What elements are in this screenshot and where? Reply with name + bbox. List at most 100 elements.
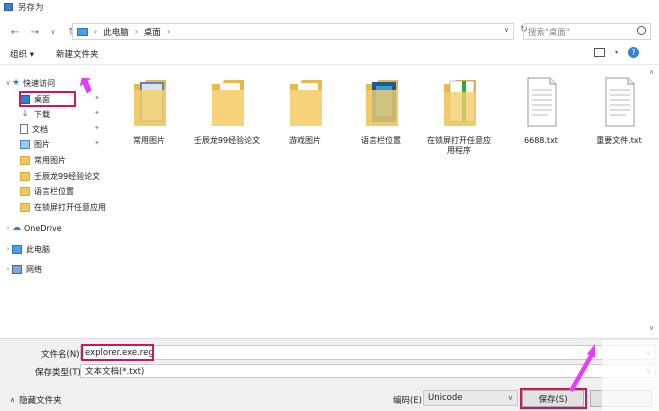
- collapse-icon: ∧: [10, 396, 16, 404]
- help-icon[interactable]: ?: [628, 47, 639, 58]
- expand-icon[interactable]: ›: [4, 265, 12, 273]
- expand-icon[interactable]: ∨: [4, 79, 12, 87]
- filetype-label: 保存类型(T):: [35, 368, 84, 378]
- text-file-icon: [527, 77, 557, 127]
- back-arrow-icon[interactable]: ←: [8, 25, 22, 39]
- text-file-icon: [605, 77, 635, 127]
- filetype-value: 文本文档(*.txt): [85, 367, 145, 377]
- file-label: 壬辰龙99经验论文: [193, 136, 261, 145]
- new-folder-button[interactable]: 新建文件夹: [56, 48, 99, 60]
- sidebar-item-label: OneDrive: [24, 223, 62, 233]
- expand-icon[interactable]: ›: [4, 245, 12, 253]
- sidebar-item-label: 快速访问: [23, 78, 56, 88]
- computer-icon: [12, 244, 22, 254]
- file-label: 游戏图片: [289, 136, 321, 145]
- folder-icon: [20, 171, 30, 181]
- folder-icon: [212, 80, 244, 126]
- folder-icon: [134, 80, 166, 126]
- save-as-dialog: 另存为 ← → ∨ ↑ › 此电脑 › 桌面 › ∨ ↻ 搜索"桌面" 组织 ▾…: [0, 0, 659, 411]
- search-input[interactable]: 搜索"桌面": [523, 23, 651, 40]
- sidebar-item-common-pictures[interactable]: 常用图片: [20, 153, 66, 167]
- highlight-filename-box: [81, 344, 154, 361]
- view-options-icon[interactable]: [593, 48, 605, 57]
- search-icon: [637, 26, 646, 35]
- file-label: 6688.txt: [524, 136, 558, 145]
- sidebar-item-label: 在锁屏打开任意应用: [34, 202, 106, 212]
- sidebar-item-downloads[interactable]: ↓ 下载: [20, 107, 50, 121]
- sidebar-item-label: 图片: [34, 139, 50, 149]
- pin-icon[interactable]: ✦: [94, 109, 100, 117]
- sidebar-item-label: 常用图片: [34, 155, 66, 165]
- cloud-icon: ☁: [12, 223, 21, 233]
- folder-icon: [290, 80, 322, 126]
- pin-icon[interactable]: ✦: [94, 124, 100, 132]
- sidebar-item-network[interactable]: › 网络: [4, 262, 42, 276]
- sidebar-item-label: 文档: [32, 124, 48, 134]
- encoding-select[interactable]: Unicode ∨: [423, 390, 518, 406]
- blurred-corner: [602, 340, 659, 411]
- folder-icon: [20, 202, 30, 212]
- file-label: 语言栏位置: [361, 136, 401, 145]
- folder-icon: [20, 155, 30, 165]
- recent-locations-icon[interactable]: ∨: [46, 25, 60, 39]
- file-label: 重要文件.txt: [596, 136, 642, 145]
- toolbar: 组织 ▾ 新建文件夹: [0, 44, 659, 64]
- vertical-scrollbar[interactable]: ∧ ∨: [646, 66, 659, 338]
- pin-icon[interactable]: ✦: [94, 94, 100, 102]
- star-icon: ★: [12, 78, 21, 88]
- encoding-dropdown-icon[interactable]: ∨: [508, 394, 513, 402]
- address-dropdown-icon[interactable]: ∨: [504, 26, 509, 34]
- sidebar-item-language-bar[interactable]: 语言栏位置: [20, 184, 74, 198]
- sidebar-item-lockscreen-apps[interactable]: 在锁屏打开任意应用: [20, 200, 106, 214]
- sidebar-item-label: 语言栏位置: [34, 186, 74, 196]
- sidebar-item-pictures[interactable]: 图片: [20, 137, 50, 151]
- highlight-desktop-box: [19, 91, 76, 107]
- sidebar-item-label: 此电脑: [26, 244, 50, 254]
- organize-button[interactable]: 组织 ▾: [10, 48, 34, 60]
- breadcrumb-desktop[interactable]: 桌面: [144, 26, 161, 38]
- window-title: 另存为: [18, 3, 44, 13]
- divider: [0, 64, 659, 65]
- sidebar-item-quick-access[interactable]: ∨ ★ 快速访问: [4, 76, 55, 90]
- filename-label: 文件名(N):: [41, 350, 83, 360]
- sidebar-item-label: 壬辰龙99经验论文: [34, 171, 101, 181]
- network-icon: [12, 264, 22, 274]
- expand-icon[interactable]: ›: [4, 224, 12, 232]
- title-bar: 另存为: [0, 0, 659, 14]
- pictures-icon: [20, 139, 30, 149]
- folder-icon: [444, 80, 476, 126]
- breadcrumb-separator: ›: [94, 27, 98, 36]
- breadcrumb-separator: ›: [134, 27, 138, 36]
- encoding-label: 编码(E):: [393, 396, 425, 406]
- download-icon: ↓: [21, 109, 29, 119]
- forward-arrow-icon[interactable]: →: [28, 25, 42, 39]
- folder-icon: [20, 186, 30, 196]
- file-label: 常用图片: [133, 136, 165, 145]
- encoding-value: Unicode: [428, 393, 463, 403]
- document-icon: [20, 124, 28, 134]
- sidebar-item-documents[interactable]: 文档: [20, 122, 48, 136]
- breadcrumb-separator: ›: [166, 27, 171, 36]
- sidebar-item-label: 网络: [26, 264, 42, 274]
- file-label: 在锁屏打开任意应用程序: [427, 136, 491, 155]
- address-bar[interactable]: › 此电脑 › 桌面 › ∨: [72, 23, 514, 40]
- search-placeholder: 搜索"桌面": [528, 27, 570, 38]
- file-list: 常用图片 壬辰龙99经验论文 游戏图片 语言栏位置 在锁屏打开任意应用程序 66…: [110, 66, 659, 338]
- sidebar-item-this-pc[interactable]: › 此电脑: [4, 242, 50, 256]
- view-dropdown-icon[interactable]: ▾: [615, 49, 618, 56]
- pin-icon[interactable]: ✦: [94, 139, 100, 147]
- sidebar-item-experience-papers[interactable]: 壬辰龙99经验论文: [20, 169, 100, 183]
- folder-icon: [366, 80, 398, 126]
- scroll-down-icon[interactable]: ∨: [649, 324, 654, 332]
- sidebar-item-label: 下载: [34, 109, 50, 119]
- hide-folders-label: 隐藏文件夹: [19, 396, 62, 406]
- scroll-up-icon[interactable]: ∧: [649, 68, 654, 76]
- sidebar-item-onedrive[interactable]: › ☁ OneDrive: [4, 221, 62, 235]
- pink-arrow-icon: [80, 77, 92, 94]
- hide-folders-toggle[interactable]: ∧ 隐藏文件夹: [10, 394, 62, 406]
- pink-arrow-icon: [569, 344, 595, 392]
- notepad-icon: [4, 3, 13, 11]
- breadcrumb-this-pc[interactable]: 此电脑: [103, 26, 129, 38]
- computer-icon: [77, 27, 88, 36]
- toolbar-right: ▾ ?: [593, 47, 639, 58]
